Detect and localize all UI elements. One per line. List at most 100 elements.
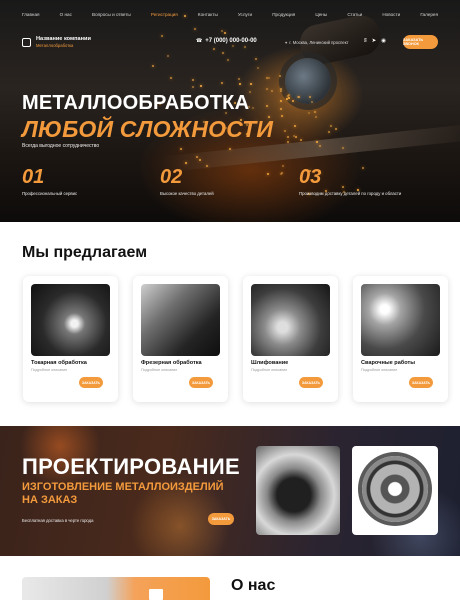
service-card[interactable]: Фрезерная обработка Подробное описание З… (133, 276, 228, 402)
spark-dot (244, 46, 247, 49)
spark-dot (237, 78, 240, 81)
spark-dot (161, 35, 164, 37)
spark-dot (279, 75, 282, 78)
spark-dot (341, 146, 344, 149)
nav-item-home[interactable]: Главная (22, 12, 39, 22)
nav-item-registration[interactable]: Регистрация (151, 12, 178, 22)
spark-dot (308, 95, 311, 98)
about-image (22, 577, 210, 600)
nav-item-services[interactable]: Услуги (238, 12, 252, 22)
offer-cards: Токарная обработка Подробное описание ЗА… (23, 276, 448, 402)
phone-icon: ☎ (196, 38, 203, 44)
welding-image (361, 284, 440, 356)
service-card-title: Фрезерная обработка (141, 360, 202, 366)
spark-dot (180, 148, 183, 151)
company-name: Название компании (36, 36, 91, 42)
spark-dot (266, 76, 269, 79)
phone-number: +7 (000) 000-00-00 (205, 38, 257, 44)
callback-button[interactable]: ЗАКАЗАТЬ ЗВОНОК (403, 35, 438, 49)
whatsapp-icon[interactable]: ◉ (381, 38, 386, 44)
spark-dot (308, 111, 311, 114)
order-button[interactable]: ЗАКАЗАТЬ (299, 377, 323, 388)
banner-order-button[interactable]: ЗАКАЗАТЬ (208, 513, 234, 525)
banner-note: Бесплатная доставка в черте города (22, 518, 94, 523)
hero-subtitle: Всегда выгодное сотрудничество (22, 143, 100, 149)
nav-item-products[interactable]: Продукция (272, 12, 295, 22)
service-card[interactable]: Шлифование Подробное описание ЗАКАЗАТЬ (243, 276, 338, 402)
banner-subtitle: ИЗГОТОВЛЕНИЕ МЕТАЛЛОИЗДЕЛИЙ НА ЗАКАЗ (22, 481, 224, 506)
company-logo[interactable]: Название компании Металлообработка (22, 36, 91, 48)
spark-dot (271, 89, 274, 92)
hero-title-line1: МЕТАЛЛООБРАБОТКА (22, 92, 250, 114)
header-address: ⌖ г. Москва, Ленинский проспект (285, 40, 349, 45)
spark-dot (222, 52, 225, 55)
grinder-disc-image (285, 58, 331, 104)
spark-dot (280, 108, 283, 111)
stat-label: Профессиональный сервис (22, 191, 78, 196)
nav-item-about[interactable]: О нас (60, 12, 72, 22)
telegram-icon[interactable]: ➤ (372, 38, 377, 44)
spark-dot (294, 136, 297, 139)
order-button[interactable]: ЗАКАЗАТЬ (189, 377, 213, 388)
stat-number: 02 (160, 166, 183, 188)
service-card[interactable]: Сварочные работы Подробное описание ЗАКА… (353, 276, 448, 402)
nav-item-articles[interactable]: Статьи (347, 12, 362, 22)
banner-title: ПРОЕКТИРОВАНИЕ (22, 454, 240, 479)
nav-item-faq[interactable]: Вопросы и ответы (92, 12, 131, 22)
spark-dot (250, 83, 253, 86)
stat-number: 01 (22, 166, 45, 188)
metal-pipe-image (256, 446, 340, 535)
milling-image (141, 284, 220, 356)
gear-icon (362, 456, 428, 522)
header-phone[interactable]: ☎ +7 (000) 000-00-00 (196, 38, 257, 44)
service-card-subtitle: Подробное описание (251, 368, 288, 372)
spark-dot (315, 115, 318, 118)
location-pin-icon: ⌖ (285, 40, 288, 45)
top-nav: Главная О нас Вопросы и ответы Регистрац… (22, 12, 438, 22)
service-card-title: Сварочные работы (361, 360, 416, 366)
spark-dot (279, 90, 282, 93)
service-card[interactable]: Токарная обработка Подробное описание ЗА… (23, 276, 118, 402)
service-card-subtitle: Подробное описание (361, 368, 398, 372)
about-section-title: О нас (231, 577, 276, 594)
stat-2: 02 Высокое качество деталей (160, 166, 214, 196)
spark-dot (280, 99, 283, 102)
spark-dot (266, 88, 269, 91)
spark-dot (200, 84, 203, 87)
gear-cutter-image (352, 446, 438, 535)
vk-icon[interactable]: ʬ (364, 38, 367, 44)
spark-dot (284, 129, 287, 132)
spark-dot (257, 67, 260, 70)
stat-number: 03 (299, 166, 322, 188)
spark-dot (167, 54, 170, 57)
order-button[interactable]: ЗАКАЗАТЬ (409, 377, 433, 388)
hero-title-line2: ЛЮБОЙ СЛОЖНОСТИ (22, 116, 274, 142)
spark-dot (220, 29, 223, 32)
social-links: ʬ ➤ ◉ (364, 38, 386, 44)
service-card-subtitle: Подробное описание (31, 368, 68, 372)
nav-item-news[interactable]: Новости (382, 12, 400, 22)
spark-dot (313, 110, 316, 113)
stat-label: Производим доставку деталей по городу и … (299, 191, 402, 196)
spark-dot (292, 99, 295, 102)
stat-3: 03 Производим доставку деталей по городу… (299, 166, 401, 196)
order-button[interactable]: ЗАКАЗАТЬ (79, 377, 103, 388)
spark-dot (239, 82, 242, 85)
spark-dot (184, 161, 187, 164)
spark-dot (287, 135, 290, 138)
nav-item-contacts[interactable]: Контакты (198, 12, 218, 22)
spark-dot (252, 107, 255, 110)
spark-dot (198, 158, 201, 161)
offer-section-title: Мы предлагаем (22, 244, 148, 261)
spark-dot (266, 105, 269, 108)
spark-dot (192, 79, 195, 82)
spark-dot (254, 58, 257, 60)
spark-dot (266, 172, 269, 175)
spark-dot (335, 128, 338, 131)
nav-item-prices[interactable]: Цены (315, 12, 327, 22)
nav-item-gallery[interactable]: Галерея (420, 12, 438, 22)
service-card-title: Токарная обработка (31, 360, 87, 366)
spark-dot (231, 44, 234, 47)
service-card-subtitle: Подробное описание (141, 368, 178, 372)
spark-dot (227, 58, 230, 61)
